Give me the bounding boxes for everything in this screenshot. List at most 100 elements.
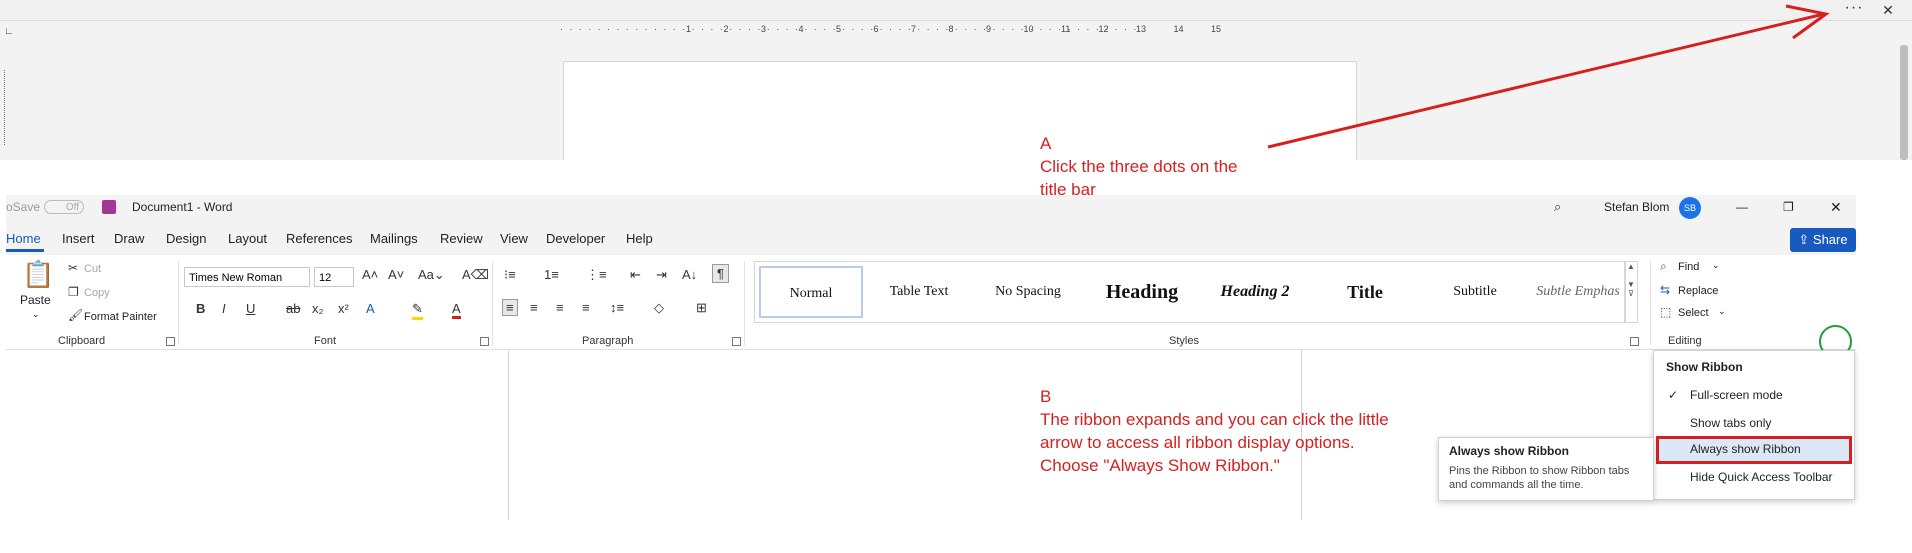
maximize-button[interactable]: ❐ [1783, 195, 1794, 219]
shrink-font-icon[interactable]: A˅ [388, 267, 404, 282]
document-title: Document1 - Word [132, 200, 233, 214]
align-center-icon[interactable]: ≡ [530, 300, 538, 315]
font-launcher-icon[interactable]: . [480, 337, 489, 346]
tab-draw[interactable]: Draw [114, 227, 144, 251]
find-icon[interactable]: ⌕ [1660, 259, 1667, 274]
replace-button[interactable]: Replace [1678, 285, 1718, 297]
bold-icon[interactable]: B [196, 301, 205, 316]
styles-launcher-icon[interactable]: . [1630, 337, 1639, 346]
style-subtitle[interactable]: Subtitle [1421, 262, 1529, 322]
annotation-b-line1: The ribbon expands and you can click the… [1040, 410, 1389, 429]
bullets-icon[interactable]: ⁝≡ [504, 267, 516, 283]
style-title[interactable]: Title [1311, 262, 1419, 322]
borders-icon[interactable]: ⊞ [696, 300, 707, 316]
find-dropdown-icon[interactable]: ⌄ [1712, 260, 1720, 271]
style-normal[interactable]: Normal [759, 266, 863, 318]
group-label-styles: Styles [1169, 335, 1199, 347]
styles-scroll[interactable]: ▲ ▼ ⊽ [1624, 261, 1638, 323]
align-right-icon[interactable]: ≡ [556, 300, 564, 315]
menu-item-hide-quick-access[interactable]: Hide Quick Access Toolbar [1654, 465, 1854, 489]
tab-mailings[interactable]: Mailings [370, 227, 418, 251]
highlight-box [1656, 436, 1852, 464]
autosave-toggle[interactable]: Off [44, 200, 84, 214]
format-painter-icon[interactable]: 🖌 [68, 308, 83, 322]
user-name[interactable]: Stefan Blom [1604, 195, 1669, 219]
style-table-text[interactable]: Table Text [867, 262, 971, 322]
menu-item-show-tabs-only[interactable]: Show tabs only [1654, 411, 1854, 435]
subscript-icon[interactable]: x₂ [312, 301, 324, 316]
divider [1650, 261, 1651, 345]
shading-icon[interactable]: ◇ [654, 300, 664, 316]
underline-icon[interactable]: U [246, 301, 255, 316]
tab-insert[interactable]: Insert [62, 227, 95, 251]
justify-icon[interactable]: ≡ [582, 300, 590, 315]
italic-icon[interactable]: I [222, 301, 226, 316]
tooltip-body: Pins the Ribbon to show Ribbon tabs and … [1449, 465, 1630, 491]
line-spacing-icon[interactable]: ↕≡ [610, 300, 624, 315]
share-button[interactable]: ⇪ Share [1790, 228, 1856, 252]
decrease-indent-icon[interactable]: ⇤ [630, 267, 641, 283]
font-color-icon[interactable]: A [452, 301, 461, 319]
tab-home[interactable]: Home [6, 227, 41, 251]
replace-icon[interactable]: ⇆ [1660, 283, 1670, 297]
active-tab-underline [6, 249, 44, 252]
increase-indent-icon[interactable]: ⇥ [656, 267, 667, 283]
tab-review[interactable]: Review [440, 227, 483, 251]
multilevel-list-icon[interactable]: ⋮≡ [586, 267, 607, 283]
paste-button[interactable]: Paste [20, 293, 51, 307]
cut-icon: ✂ [68, 261, 79, 275]
tab-design[interactable]: Design [166, 227, 206, 251]
change-case-icon[interactable]: Aa⌄ [418, 267, 445, 283]
group-label-paragraph: Paragraph [582, 335, 634, 347]
clear-formatting-icon[interactable]: A⌫ [462, 267, 489, 283]
avatar[interactable]: SB [1679, 197, 1701, 219]
tab-developer[interactable]: Developer [546, 227, 605, 251]
grow-font-icon[interactable]: A˄ [362, 267, 378, 282]
highlight-icon[interactable]: ✎ [412, 301, 423, 320]
save-icon[interactable] [102, 200, 116, 214]
select-dropdown-icon[interactable]: ⌄ [1718, 306, 1726, 317]
tab-view[interactable]: View [500, 227, 528, 251]
format-painter-button[interactable]: Format Painter [84, 311, 157, 323]
minimize-button[interactable]: — [1736, 195, 1748, 219]
font-name-select[interactable]: Times New Roman [184, 267, 310, 287]
divider [744, 261, 745, 345]
search-icon[interactable]: ⌕ [1554, 195, 1561, 219]
tab-layout[interactable]: Layout [228, 227, 267, 251]
menu-item-full-screen[interactable]: Full-screen mode [1654, 383, 1854, 407]
autosave-label: oSave [6, 200, 41, 214]
paragraph-launcher-icon[interactable]: . [732, 337, 741, 346]
strikethrough-icon[interactable]: ab [286, 301, 300, 316]
numbering-icon[interactable]: 1≡ [544, 267, 559, 282]
close-button[interactable]: ✕ [1830, 195, 1842, 219]
text-effects-icon[interactable]: A [366, 301, 375, 316]
find-button[interactable]: Find [1678, 261, 1699, 273]
align-left-icon[interactable]: ≡ [502, 299, 518, 316]
paste-dropdown-icon[interactable]: ⌄ [32, 309, 40, 320]
style-heading[interactable]: Heading [1085, 262, 1199, 322]
select-icon[interactable]: ⬚ [1660, 305, 1671, 319]
superscript-icon[interactable]: x² [338, 301, 349, 316]
show-ribbon-menu: Show Ribbon ✓ Full-screen mode Show tabs… [1653, 350, 1855, 500]
tab-help[interactable]: Help [626, 227, 653, 251]
style-no-spacing[interactable]: No Spacing [973, 262, 1083, 322]
copy-icon: ❐ [68, 285, 79, 299]
show-formatting-icon[interactable]: ¶ [712, 264, 729, 283]
annotation-b-line2: arrow to access all ribbon display optio… [1040, 433, 1355, 452]
annotation-b-line3: Choose "Always Show Ribbon." [1040, 456, 1280, 475]
clipboard-launcher-icon[interactable]: . [166, 337, 175, 346]
copy-button: Copy [84, 287, 110, 299]
share-icon: ⇪ [1798, 232, 1813, 247]
tooltip-title: Always show Ribbon [1449, 444, 1570, 458]
group-label-clipboard: Clipboard [58, 335, 106, 347]
font-size-select[interactable]: 12 [314, 267, 354, 287]
cut-button: Cut [84, 263, 102, 275]
select-button[interactable]: Select [1678, 307, 1709, 319]
style-heading-2[interactable]: Heading 2 [1201, 262, 1309, 322]
tab-references[interactable]: References [286, 227, 352, 251]
sort-icon[interactable]: A↓ [682, 267, 697, 282]
paste-icon[interactable]: 📋 [22, 259, 54, 290]
styles-gallery: Normal Table Text No Spacing Heading Hea… [754, 261, 1626, 323]
style-subtle-emphasis[interactable]: Subtle Emphas [1531, 262, 1625, 322]
ribbon: 📋 Paste ⌄ ✂ Cut ❐ Copy 🖌 Format Painter … [6, 255, 1856, 403]
